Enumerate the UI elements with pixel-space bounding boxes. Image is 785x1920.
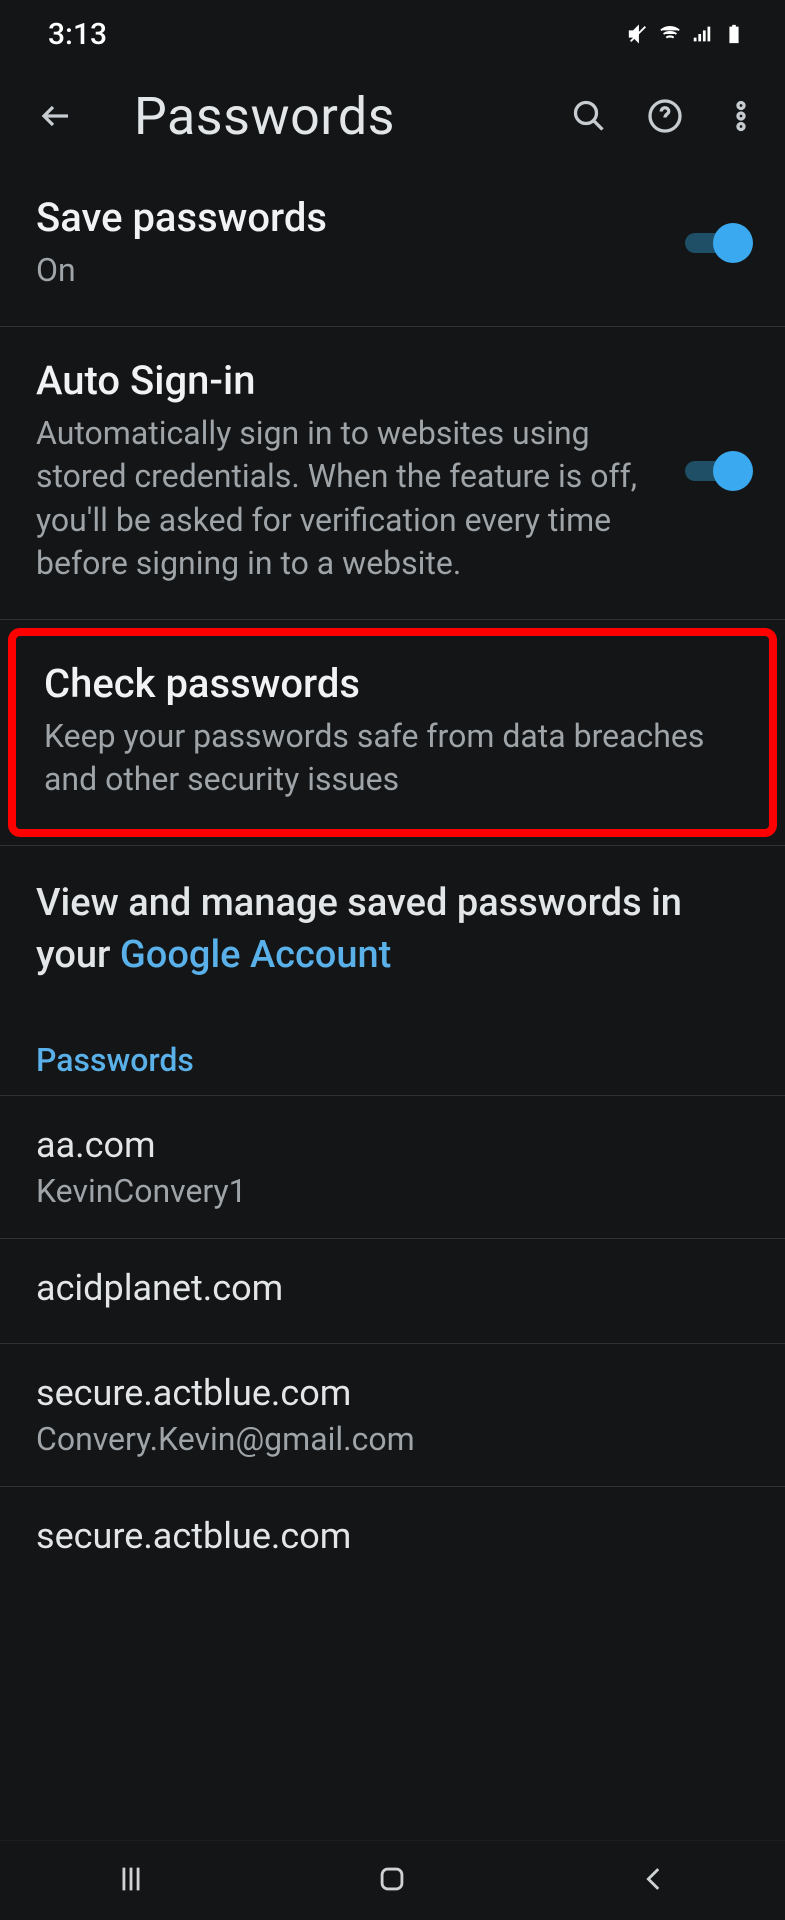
setting-desc: Keep your passwords safe from data breac… bbox=[44, 715, 741, 801]
manage-in-google-account[interactable]: View and manage saved passwords in your … bbox=[0, 846, 785, 1003]
password-entry[interactable]: aa.com KevinConvery1 bbox=[0, 1095, 785, 1239]
more-vert-icon bbox=[723, 98, 759, 134]
recents-button[interactable] bbox=[114, 1862, 148, 1900]
setting-check-passwords[interactable]: Check passwords Keep your passwords safe… bbox=[8, 628, 777, 837]
page-title: Passwords bbox=[104, 86, 541, 147]
passwords-section-header: Passwords bbox=[0, 1003, 785, 1095]
save-passwords-toggle[interactable] bbox=[685, 223, 749, 263]
password-user: KevinConvery1 bbox=[36, 1172, 749, 1210]
password-site: secure.actblue.com bbox=[36, 1515, 749, 1557]
password-entry[interactable]: secure.actblue.com bbox=[0, 1487, 785, 1591]
setting-status: On bbox=[36, 249, 665, 292]
search-button[interactable] bbox=[561, 88, 617, 144]
setting-title: Save passwords bbox=[36, 194, 665, 241]
auto-signin-toggle[interactable] bbox=[685, 451, 749, 491]
nav-back-button[interactable] bbox=[637, 1862, 671, 1900]
mute-icon bbox=[627, 23, 649, 45]
help-icon bbox=[647, 98, 683, 134]
help-button[interactable] bbox=[637, 88, 693, 144]
password-user: Convery.Kevin@gmail.com bbox=[36, 1420, 749, 1458]
recents-icon bbox=[114, 1862, 148, 1896]
overflow-menu-button[interactable] bbox=[713, 88, 769, 144]
back-button[interactable] bbox=[28, 88, 84, 144]
password-list: aa.com KevinConvery1 acidplanet.com secu… bbox=[0, 1095, 785, 1591]
password-site: secure.actblue.com bbox=[36, 1372, 749, 1414]
status-bar: 3:13 bbox=[0, 0, 785, 68]
home-button[interactable] bbox=[375, 1862, 409, 1900]
system-nav-bar bbox=[0, 1840, 785, 1920]
wifi-icon bbox=[659, 23, 681, 45]
home-icon bbox=[375, 1862, 409, 1896]
setting-desc: Automatically sign in to websites using … bbox=[36, 412, 665, 585]
signal-icon bbox=[691, 23, 713, 45]
battery-icon bbox=[723, 23, 745, 45]
setting-save-passwords[interactable]: Save passwords On bbox=[0, 164, 785, 327]
password-site: aa.com bbox=[36, 1124, 749, 1166]
chevron-left-icon bbox=[637, 1862, 671, 1896]
status-time: 3:13 bbox=[48, 17, 107, 52]
search-icon bbox=[571, 98, 607, 134]
setting-auto-signin[interactable]: Auto Sign-in Automatically sign in to we… bbox=[0, 327, 785, 620]
password-entry[interactable]: acidplanet.com bbox=[0, 1239, 785, 1344]
password-entry[interactable]: secure.actblue.com Convery.Kevin@gmail.c… bbox=[0, 1344, 785, 1487]
arrow-left-icon bbox=[38, 98, 74, 134]
google-account-link[interactable]: Google Account bbox=[120, 933, 391, 977]
setting-title: Check passwords bbox=[44, 660, 741, 707]
app-bar: Passwords bbox=[0, 68, 785, 164]
status-icons bbox=[627, 23, 745, 45]
setting-title: Auto Sign-in bbox=[36, 357, 665, 404]
password-site: acidplanet.com bbox=[36, 1267, 749, 1309]
